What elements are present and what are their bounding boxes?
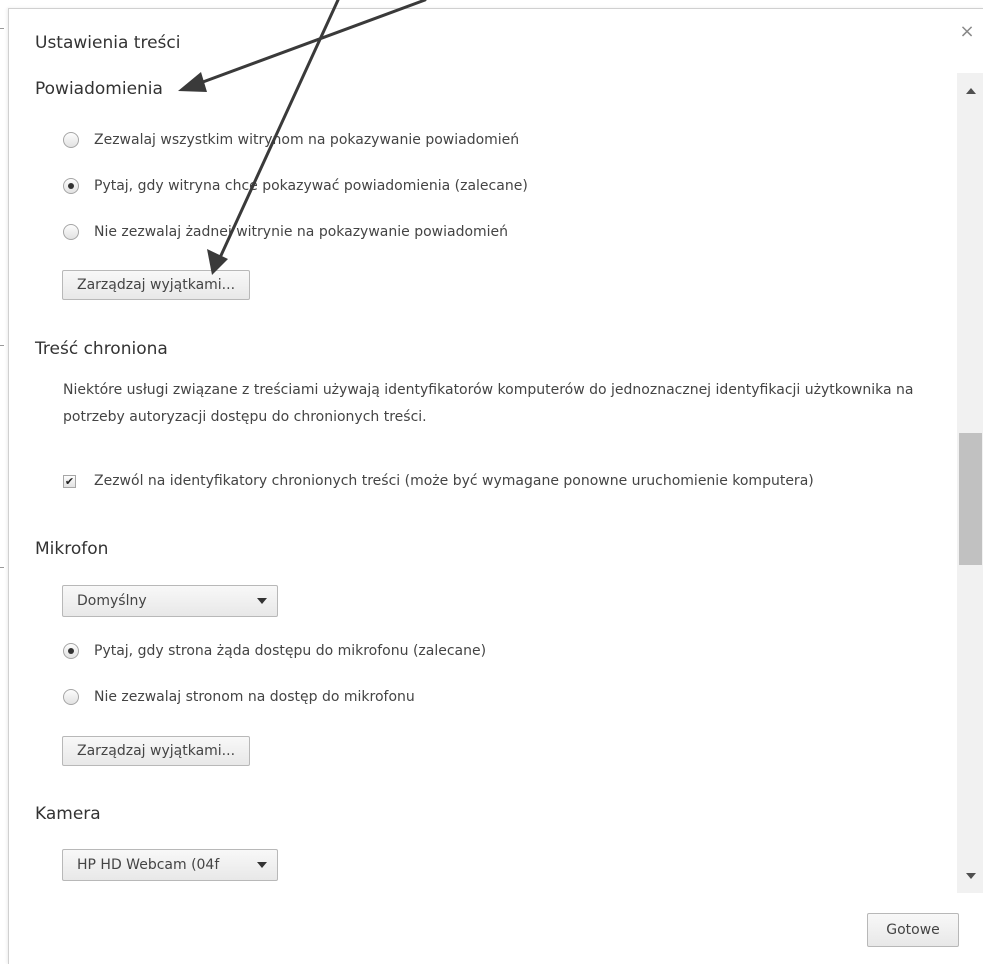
close-icon[interactable]: × (958, 23, 976, 41)
microphone-option-ask[interactable]: Pytaj, gdy strona żąda dostępu do mikrof… (63, 640, 486, 662)
radio-button[interactable] (63, 689, 79, 705)
radio-button[interactable] (63, 132, 79, 148)
chevron-down-icon (257, 862, 267, 868)
select-value: HP HD Webcam (04f (77, 857, 220, 873)
microphone-device-select[interactable]: Domyślny (62, 585, 278, 617)
radio-label: Zezwalaj wszystkim witrynom na pokazywan… (94, 132, 520, 148)
edge-tick (0, 567, 4, 568)
microphone-manage-exceptions-button[interactable]: Zarządzaj wyjątkami... (62, 736, 251, 766)
select-value: Domyślny (77, 593, 147, 609)
scrollbar-thumb[interactable] (959, 433, 982, 565)
checkbox-checked[interactable]: ✔ (63, 474, 76, 488)
edge-tick (0, 28, 4, 29)
page-edge (0, 0, 8, 963)
scroll-up-arrow-icon[interactable] (966, 88, 976, 94)
edge-tick (0, 345, 4, 346)
radio-label: Nie zezwalaj żadnej witrynie na pokazywa… (94, 224, 509, 240)
chevron-down-icon (257, 598, 267, 604)
notifications-option-block[interactable]: Nie zezwalaj żadnej witrynie na pokazywa… (63, 221, 508, 243)
radio-label: Pytaj, gdy strona żąda dostępu do mikrof… (94, 643, 487, 659)
protected-content-description: Niektóre usługi związane z treściami uży… (63, 382, 914, 425)
section-title-camera: Kamera (35, 804, 101, 824)
microphone-option-block[interactable]: Nie zezwalaj stronom na dostęp do mikrof… (63, 686, 415, 708)
section-title-microphone: Mikrofon (35, 539, 109, 559)
notifications-manage-exceptions-button[interactable]: Zarządzaj wyjątkami... (62, 270, 251, 300)
settings-scroll-area[interactable]: Powiadomienia Zezwalaj wszystkim witryno… (9, 73, 957, 893)
content-settings-dialog: Ustawienia treści × Powiadomienia Zezwal… (8, 8, 983, 964)
section-title-notifications: Powiadomienia (35, 79, 163, 99)
radio-label: Nie zezwalaj stronom na dostęp do mikrof… (94, 689, 415, 705)
protected-content-checkbox-row[interactable]: ✔ Zezwól na identyfikatory chronionych t… (63, 470, 814, 492)
radio-button-checked[interactable] (63, 178, 79, 194)
scroll-down-arrow-icon[interactable] (966, 873, 976, 879)
radio-button-checked[interactable] (63, 643, 79, 659)
checkbox-label: Zezwól na identyfikatory chronionych tre… (94, 473, 814, 489)
scrollbar[interactable] (957, 73, 983, 893)
dialog-title: Ustawienia treści (35, 33, 181, 53)
radio-button[interactable] (63, 224, 79, 240)
notifications-option-ask[interactable]: Pytaj, gdy witryna chce pokazywać powiad… (63, 175, 528, 197)
notifications-option-allow[interactable]: Zezwalaj wszystkim witrynom na pokazywan… (63, 129, 519, 151)
done-button[interactable]: Gotowe (867, 913, 959, 947)
camera-device-select[interactable]: HP HD Webcam (04f (62, 849, 278, 881)
radio-label: Pytaj, gdy witryna chce pokazywać powiad… (94, 178, 528, 194)
section-title-protected-content: Treść chroniona (35, 339, 168, 359)
